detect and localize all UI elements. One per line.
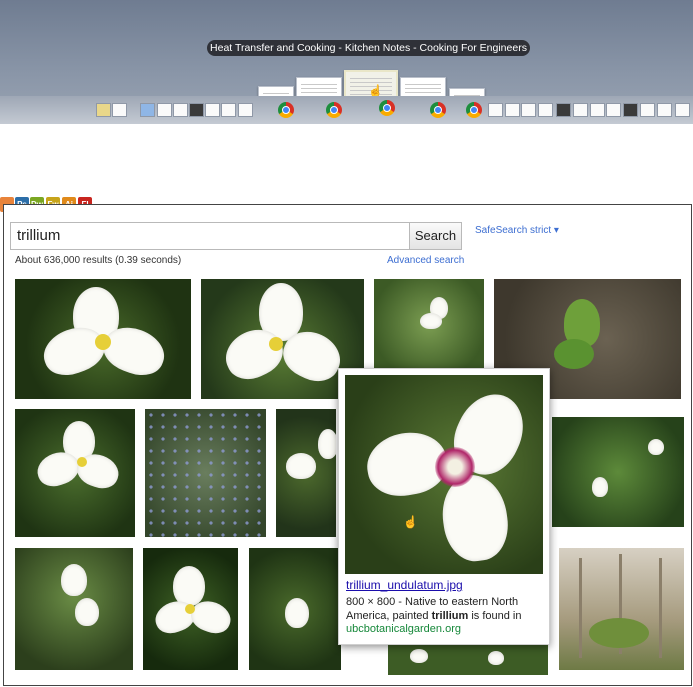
preview-source-link[interactable]: ubcbotanicalgarden.org xyxy=(346,623,461,635)
window-mini-thumbnail[interactable] xyxy=(573,103,588,117)
chrome-icon[interactable] xyxy=(466,102,482,118)
image-result[interactable] xyxy=(374,279,484,369)
image-search-page: trillium Search SafeSearch strict ▾ Abou… xyxy=(3,204,692,686)
chrome-icon[interactable] xyxy=(430,102,446,118)
chrome-icon[interactable] xyxy=(278,102,294,118)
window-mini-thumbnail[interactable] xyxy=(189,103,204,117)
image-result[interactable] xyxy=(15,548,133,670)
preview-desc-keyword: trillium xyxy=(431,610,469,622)
chrome-icon[interactable] xyxy=(326,102,342,118)
preview-image[interactable]: ☝ xyxy=(345,375,543,574)
window-title-tooltip: Heat Transfer and Cooking - Kitchen Note… xyxy=(207,40,530,56)
folder-icon[interactable] xyxy=(96,103,111,117)
safesearch-dropdown[interactable]: SafeSearch strict ▾ xyxy=(475,225,559,236)
window-mini-thumbnail[interactable] xyxy=(521,103,536,117)
image-preview-popup[interactable]: ☝ trillium_undulatum.jpg 800 × 800 - Nat… xyxy=(338,368,550,645)
preview-filename-link[interactable]: trillium_undulatum.jpg xyxy=(346,578,463,592)
image-result[interactable] xyxy=(559,548,684,670)
chrome-icon[interactable] xyxy=(379,100,395,116)
advanced-search-link[interactable]: Advanced search xyxy=(387,255,464,266)
window-mini-thumbnail[interactable] xyxy=(538,103,553,117)
folder-icon[interactable] xyxy=(140,103,155,117)
image-result[interactable] xyxy=(276,409,336,537)
mouse-pointer-icon: ☝ xyxy=(403,515,418,529)
image-result[interactable] xyxy=(145,409,266,537)
image-result[interactable] xyxy=(388,645,548,675)
preview-desc-text: is found in xyxy=(468,610,522,622)
results-stats: About 636,000 results (0.39 seconds) xyxy=(15,255,182,266)
image-result[interactable] xyxy=(15,279,191,399)
image-result[interactable] xyxy=(552,417,684,527)
window-mini-thumbnail[interactable] xyxy=(205,103,220,117)
window-mini-thumbnail[interactable] xyxy=(238,103,253,117)
window-mini-thumbnail[interactable] xyxy=(623,103,638,117)
image-result[interactable] xyxy=(249,548,341,670)
window-mini-thumbnail[interactable] xyxy=(505,103,520,117)
app-icon[interactable] xyxy=(112,103,127,117)
window-mini-thumbnail[interactable] xyxy=(606,103,621,117)
window-mini-thumbnail[interactable] xyxy=(173,103,188,117)
search-input[interactable]: trillium xyxy=(10,222,410,250)
image-result[interactable] xyxy=(15,409,135,537)
window-mini-thumbnail[interactable] xyxy=(640,103,655,117)
window-mini-thumbnail[interactable] xyxy=(157,103,172,117)
image-result[interactable] xyxy=(143,548,238,670)
window-mini-thumbnail[interactable] xyxy=(488,103,503,117)
search-button[interactable]: Search xyxy=(409,222,462,250)
window-mini-thumbnail[interactable] xyxy=(221,103,236,117)
window-mini-thumbnail[interactable] xyxy=(675,103,690,117)
window-mini-thumbnail[interactable] xyxy=(556,103,571,117)
window-mini-thumbnail[interactable] xyxy=(590,103,605,117)
window-mini-thumbnail[interactable] xyxy=(657,103,672,117)
preview-description: 800 × 800 - Native to eastern North Amer… xyxy=(346,595,544,623)
